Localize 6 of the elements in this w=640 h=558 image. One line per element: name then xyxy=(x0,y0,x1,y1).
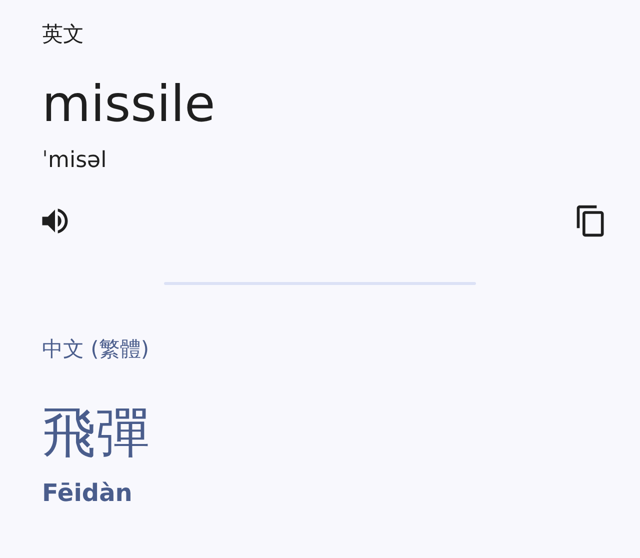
romanization-text: Fēidàn xyxy=(42,478,134,509)
target-language-label: 中文 (繁體) xyxy=(42,336,150,363)
source-word: missile xyxy=(42,74,216,134)
phonetic-text: ˈmisəl xyxy=(42,147,108,175)
source-language-label: 英文 xyxy=(42,21,85,48)
translated-word: 飛彈 xyxy=(42,401,151,465)
